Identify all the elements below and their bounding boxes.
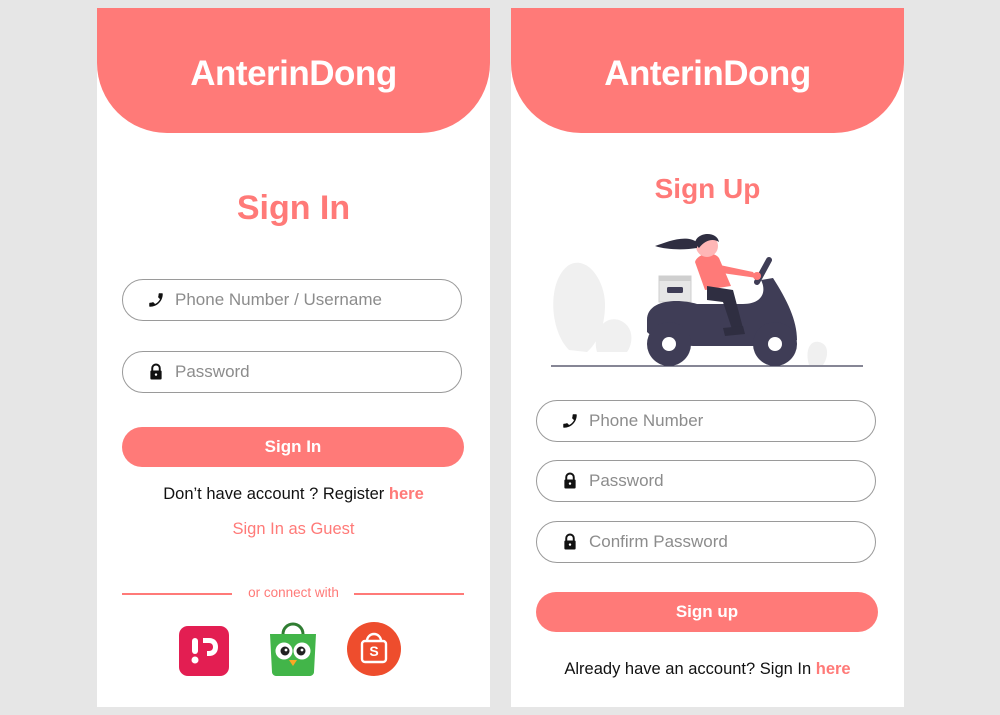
signin-password-input[interactable]	[175, 352, 445, 392]
signin-guest-link[interactable]: Sign In as Guest	[97, 520, 490, 539]
signin-phone-input[interactable]	[175, 280, 445, 320]
signup-phone-input[interactable]	[589, 401, 859, 441]
signin-prompt: Already have an account? Sign In here	[511, 660, 904, 679]
phone-icon	[563, 414, 577, 428]
signin-header: AnterinDong	[97, 8, 490, 133]
signin-page-title: Sign In	[236, 189, 351, 227]
bukalapak-logo-icon[interactable]	[179, 626, 229, 676]
phone-icon	[149, 293, 163, 307]
brand-title: AnterinDong	[190, 54, 397, 93]
signup-confirm-password-input[interactable]	[589, 522, 859, 562]
signin-prompt-text: Already have an account? Sign In	[564, 660, 816, 678]
signup-confirm-password-field[interactable]	[536, 521, 876, 563]
lock-icon	[564, 472, 576, 489]
signin-password-field[interactable]	[122, 351, 462, 393]
lock-icon	[150, 363, 162, 380]
signup-submit-button[interactable]: Sign up	[536, 592, 878, 632]
signin-submit-button[interactable]: Sign In	[122, 427, 464, 467]
register-prompt: Don’t have account ? Register here	[97, 485, 490, 504]
divider-right	[354, 593, 464, 595]
signup-phone-field[interactable]	[536, 400, 876, 442]
signin-screen: AnterinDong Sign In Sign In Don’t have a…	[97, 8, 490, 707]
signup-page-title: Sign Up	[654, 173, 761, 204]
signin-link[interactable]: here	[816, 660, 851, 678]
register-link[interactable]: here	[389, 485, 424, 503]
delivery-scooter-illustration	[551, 233, 863, 367]
shopee-logo-letter: S	[369, 643, 379, 659]
brand-title: AnterinDong	[604, 54, 811, 93]
register-prompt-text: Don’t have account ? Register	[163, 485, 389, 503]
signup-header: AnterinDong	[511, 8, 904, 133]
shopee-logo-icon[interactable]: S	[347, 622, 401, 676]
signin-phone-field[interactable]	[122, 279, 462, 321]
tokopedia-logo-icon[interactable]	[267, 620, 319, 676]
signup-password-field[interactable]	[536, 460, 876, 502]
lock-icon	[564, 533, 576, 550]
signup-password-input[interactable]	[589, 461, 859, 501]
signup-screen: AnterinDong Sign Up Phone Number Sign up…	[511, 8, 904, 707]
